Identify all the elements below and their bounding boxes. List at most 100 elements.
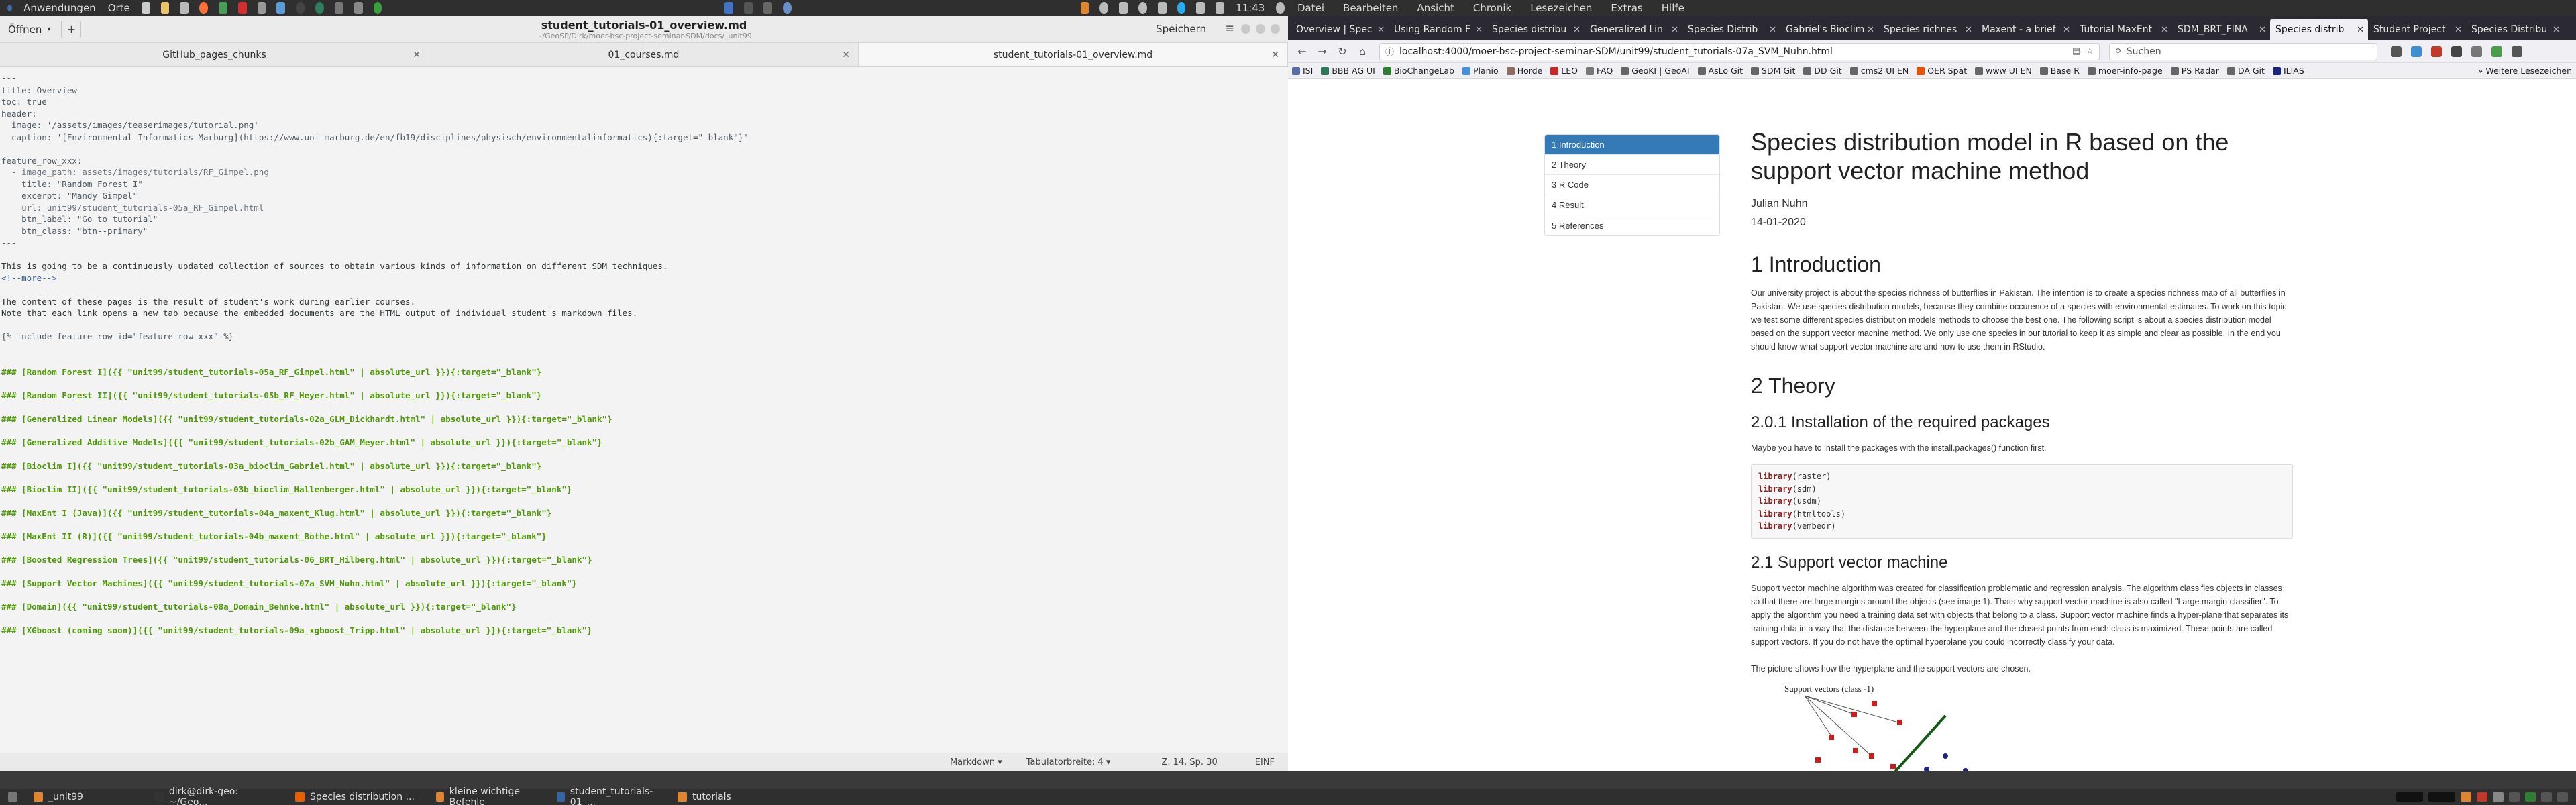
taskbar-item[interactable]: Species distribution ... bbox=[287, 789, 428, 805]
pdf-launcher-icon[interactable] bbox=[237, 2, 247, 14]
bookmark-item[interactable]: SDM Git bbox=[1751, 66, 1795, 76]
close-tab-icon[interactable]: ✕ bbox=[1671, 25, 1678, 35]
taskbar-item[interactable]: kleine wichtige Befehle bbox=[428, 786, 549, 805]
xfce-menu-icon[interactable] bbox=[7, 5, 13, 11]
editor-text-area[interactable]: --- title: Overview toc: true header: image… bbox=[0, 67, 1288, 738]
bookmark-item[interactable]: LEO bbox=[1550, 66, 1578, 76]
extension-icon[interactable] bbox=[2431, 46, 2442, 57]
telegram-icon[interactable] bbox=[1177, 2, 1186, 14]
close-tab-icon[interactable]: ✕ bbox=[1867, 25, 1874, 35]
browser-tab[interactable]: Generalized Lin ✕ bbox=[1585, 19, 1682, 40]
bookmark-item[interactable]: OER Spät bbox=[1917, 66, 1967, 76]
settings-launcher-icon[interactable] bbox=[334, 2, 343, 14]
library-icon[interactable] bbox=[2391, 46, 2402, 57]
browser-tab[interactable]: Student Project ✕ bbox=[2368, 19, 2466, 40]
info-icon[interactable]: ⓘ bbox=[1385, 45, 1394, 58]
more-bookmarks[interactable]: » Weitere Lesezeichen bbox=[2478, 66, 2572, 76]
browser-tab[interactable]: Species Distribu ✕ bbox=[2466, 19, 2564, 40]
bookmark-item[interactable]: DA Git bbox=[2226, 66, 2265, 76]
tray-icon[interactable] bbox=[2509, 792, 2520, 802]
bookmark-item[interactable]: FAQ bbox=[1585, 66, 1613, 76]
new-document-button[interactable]: + bbox=[61, 20, 82, 38]
browser-tab[interactable]: Species richnes ✕ bbox=[1878, 19, 1976, 40]
show-desktop-button[interactable] bbox=[0, 789, 25, 805]
browser-tab[interactable]: SDM_BRT_FINA ✕ bbox=[2172, 19, 2270, 40]
tray-icon[interactable] bbox=[2525, 792, 2536, 802]
sidebar-icon[interactable] bbox=[2411, 46, 2422, 57]
menu-icon[interactable] bbox=[2512, 46, 2522, 57]
save-button[interactable]: Speichern bbox=[1149, 21, 1213, 36]
close-tab-icon[interactable]: ✕ bbox=[1475, 25, 1483, 35]
bookmark-item[interactable]: PS Radar bbox=[2170, 66, 2219, 76]
close-tab-icon[interactable]: ✕ bbox=[1573, 25, 1580, 35]
power-icon[interactable] bbox=[1157, 2, 1167, 14]
bookmark-star-icon[interactable]: ☆ bbox=[2086, 46, 2094, 56]
hamburger-menu-icon[interactable]: ≡ bbox=[1226, 21, 1234, 34]
display-icon[interactable] bbox=[763, 2, 772, 14]
close-tab-icon[interactable]: ✕ bbox=[1271, 50, 1279, 60]
tray-icon[interactable] bbox=[2396, 792, 2423, 802]
editor-tab-active[interactable]: student_tutorials-01_overview.md ✕ bbox=[859, 43, 1288, 66]
reload-icon[interactable]: ↻ bbox=[1334, 43, 1351, 60]
bookmark-item[interactable]: ISI bbox=[1292, 66, 1313, 76]
editor-tab[interactable]: 01_courses.md ✕ bbox=[429, 43, 859, 66]
taskbar-item[interactable]: tutorials bbox=[669, 789, 790, 805]
minimize-icon[interactable] bbox=[1241, 24, 1250, 34]
account-icon[interactable] bbox=[2471, 46, 2482, 57]
browser-tab[interactable]: Gabriel's Bioclim ✕ bbox=[1780, 19, 1878, 40]
network-status-icon[interactable] bbox=[1138, 2, 1147, 14]
close-tab-icon[interactable]: ✕ bbox=[2357, 25, 2364, 35]
github-launcher-icon[interactable] bbox=[296, 2, 305, 14]
open-button[interactable]: Öffnen ▾ bbox=[0, 19, 58, 40]
close-tab-icon[interactable]: ✕ bbox=[2063, 25, 2070, 35]
close-tab-icon[interactable]: ✕ bbox=[842, 50, 850, 60]
apps-menu[interactable]: Anwendungen bbox=[19, 2, 100, 14]
volume-icon[interactable] bbox=[1119, 2, 1128, 14]
search-input[interactable]: ⚲ Suchen bbox=[2109, 42, 2377, 60]
toc-item[interactable]: 2 Theory bbox=[1545, 155, 1719, 175]
places-menu[interactable]: Orte bbox=[104, 2, 134, 14]
close-tab-icon[interactable]: ✕ bbox=[2553, 25, 2560, 35]
tray-icon[interactable] bbox=[2461, 792, 2471, 802]
browser-menu-item[interactable]: Ansicht bbox=[1407, 2, 1463, 14]
bookmark-item[interactable]: Planio bbox=[1462, 66, 1499, 76]
tab-width-selector[interactable]: Tabulatorbreite: 4 ▾ bbox=[1026, 757, 1111, 767]
python-icon[interactable] bbox=[724, 2, 734, 14]
close-tab-icon[interactable]: ✕ bbox=[2455, 25, 2462, 35]
chat-launcher-icon[interactable] bbox=[354, 2, 363, 14]
clock[interactable]: 11:43 bbox=[1232, 2, 1269, 14]
toc-item[interactable]: 4 Result bbox=[1545, 195, 1719, 215]
toc-item[interactable]: 5 References bbox=[1545, 215, 1719, 235]
bookmark-item[interactable]: AsLo Git bbox=[1697, 66, 1743, 76]
browser-tab[interactable]: Species distribu ✕ bbox=[1487, 19, 1585, 40]
network-icon[interactable] bbox=[744, 2, 753, 14]
update-icon[interactable] bbox=[782, 2, 792, 14]
home-icon[interactable]: ⌂ bbox=[1354, 43, 1371, 60]
tray-icon[interactable] bbox=[2541, 792, 2552, 802]
close-tab-icon[interactable]: ✕ bbox=[413, 50, 421, 60]
gear-icon[interactable] bbox=[1099, 2, 1109, 14]
taskbar-item[interactable]: student_tutorials-01_... bbox=[549, 786, 669, 805]
bookmark-item[interactable]: www UI EN bbox=[1975, 66, 2032, 76]
tray-icon[interactable] bbox=[2428, 792, 2455, 802]
rstudio-launcher-icon[interactable] bbox=[315, 2, 324, 14]
notes-icon[interactable] bbox=[1196, 2, 1205, 14]
browser-tab[interactable]: Using Random F ✕ bbox=[1389, 19, 1487, 40]
close-tab-icon[interactable]: ✕ bbox=[2259, 25, 2266, 35]
browser-tab[interactable]: Tutorial MaxEnt ✕ bbox=[2074, 19, 2172, 40]
browser-tab[interactable]: Maxent - a brief ✕ bbox=[1976, 19, 2074, 40]
bookmark-item[interactable]: GeoKI | GeoAI bbox=[1621, 66, 1690, 76]
browser-menu-item[interactable]: Lesezeichen bbox=[1521, 2, 1601, 14]
editor-launcher-icon[interactable] bbox=[257, 2, 266, 14]
bookmark-item[interactable]: ILIAS bbox=[2272, 66, 2304, 76]
close-tab-icon[interactable]: ✕ bbox=[2161, 25, 2168, 35]
zotero-icon[interactable] bbox=[2451, 46, 2462, 57]
close-tab-icon[interactable]: ✕ bbox=[1377, 25, 1385, 35]
back-icon[interactable]: ← bbox=[1293, 43, 1311, 60]
tray-icon[interactable] bbox=[2493, 792, 2504, 802]
browser-menu-item[interactable]: Extras bbox=[1601, 2, 1652, 14]
addon-icon[interactable] bbox=[2491, 46, 2502, 57]
language-selector[interactable]: Markdown ▾ bbox=[950, 757, 1002, 767]
toc-item[interactable]: 1 Introduction bbox=[1545, 135, 1719, 155]
session-gear-icon[interactable] bbox=[1276, 2, 1285, 14]
